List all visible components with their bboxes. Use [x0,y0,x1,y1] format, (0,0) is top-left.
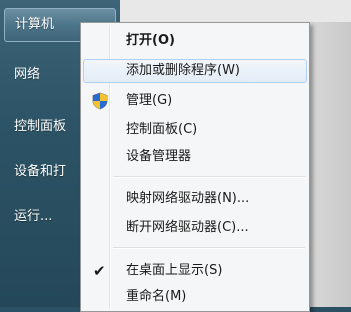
menu-item-map-network-drive[interactable]: 映射网络驱动器(N)... [83,187,307,211]
menu-item-label: 重命名(M) [126,289,187,304]
menu-item-open[interactable]: 打开(O) [83,29,307,53]
menu-item-add-remove-programs[interactable]: 添加或删除程序(W) [83,59,307,83]
menu-item-device-manager[interactable]: 设备管理器 [83,145,307,169]
start-item-label: 控制面板 [14,119,67,134]
menu-separator [113,176,305,178]
menu-item-disconnect-network-drive[interactable]: 断开网络驱动器(C)... [83,216,307,240]
top-strip [120,0,351,22]
start-item-label: 计算机 [15,17,55,32]
uac-shield-icon [91,92,109,110]
start-item-label: 网络 [14,67,41,82]
menu-item-control-panel[interactable]: 控制面板(C) [83,118,307,142]
menu-separator [113,247,305,249]
context-menu: 打开(O) 添加或删除程序(W) 管理(G) 控制面板(C) 设备管理器 映射网… [80,22,310,312]
start-item-label: 运行... [14,209,53,224]
menu-item-show-on-desktop[interactable]: ✔ 在桌面上显示(S) [83,259,307,283]
start-item-label: 设备和打 [14,164,67,179]
menu-item-label: 在桌面上显示(S) [126,263,223,278]
checkmark-icon: ✔ [93,262,106,280]
menu-item-rename[interactable]: 重命名(M) [83,285,307,309]
menu-item-label: 控制面板(C) [126,122,198,137]
menu-item-label: 断开网络驱动器(C)... [126,220,249,235]
menu-item-label: 添加或删除程序(W) [126,63,240,78]
menu-item-label: 设备管理器 [126,149,192,164]
menu-item-label: 管理(G) [126,93,173,108]
menu-item-manage[interactable]: 管理(G) [83,89,307,113]
menu-item-label: 打开(O) [126,33,175,48]
menu-item-label: 映射网络驱动器(N)... [126,191,250,206]
